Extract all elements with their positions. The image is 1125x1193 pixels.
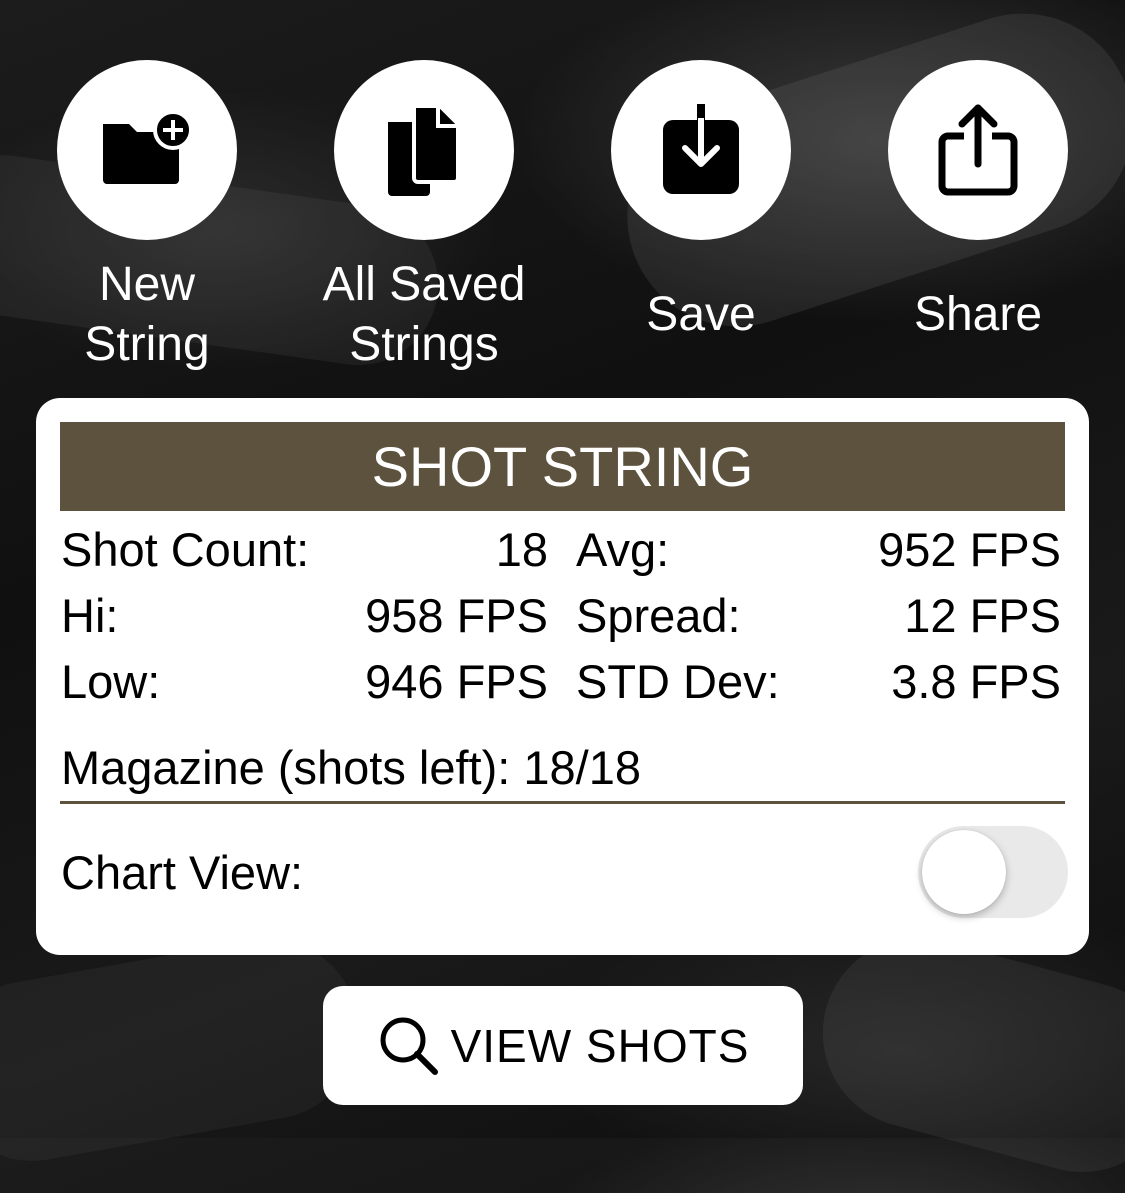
folder-plus-icon (103, 110, 193, 184)
share-icon (938, 104, 1018, 196)
view-shots-label: VIEW SHOTS (450, 1019, 750, 1072)
new-string-button[interactable]: New String (27, 60, 267, 380)
spread-value: 12 FPS (904, 589, 1061, 642)
documents-icon (388, 104, 460, 196)
share-label: Share (858, 250, 1098, 380)
action-bar: New String All Saved Strings Save Share (0, 60, 1125, 380)
download-icon (663, 104, 739, 194)
new-string-label-line1: New (98, 258, 196, 311)
share-button[interactable]: Share (858, 60, 1098, 380)
divider (60, 801, 1065, 804)
hi-value: 958 FPS (365, 589, 548, 642)
share-circle[interactable] (888, 60, 1068, 240)
save-label: Save (581, 250, 821, 380)
all-saved-strings-button[interactable]: All Saved Strings (304, 60, 544, 380)
chart-view-toggle-knob[interactable] (922, 830, 1006, 914)
new-string-label-line2: String (84, 318, 210, 371)
shot-string-title: SHOT STRING (60, 422, 1065, 511)
hi-label: Hi: (61, 589, 119, 642)
avg-value: 952 FPS (878, 523, 1061, 576)
shot-count-value: 18 (495, 523, 548, 576)
share-label-line1: Share (913, 288, 1043, 341)
chart-view-label: Chart View: (61, 846, 304, 899)
avg-label: Avg: (576, 523, 670, 576)
all-saved-strings-label: All Saved Strings (304, 250, 544, 380)
new-string-circle[interactable] (57, 60, 237, 240)
search-icon (380, 1017, 438, 1075)
save-label-line1: Save (646, 288, 756, 341)
view-shots-button[interactable]: VIEW SHOTS (323, 986, 803, 1105)
all-saved-strings-label-line2: Strings (349, 318, 499, 371)
all-saved-strings-label-line1: All Saved (322, 258, 526, 311)
magazine-shots-left: Magazine (shots left): 18/18 (61, 741, 641, 794)
spread-label: Spread: (576, 589, 741, 642)
chart-view-toggle[interactable] (918, 826, 1068, 918)
std-dev-label: STD Dev: (576, 655, 780, 708)
shot-count-label: Shot Count: (61, 523, 310, 576)
low-label: Low: (61, 655, 161, 708)
low-value: 946 FPS (365, 655, 548, 708)
background-scope-shape (801, 916, 1125, 1193)
all-saved-strings-circle[interactable] (334, 60, 514, 240)
std-dev-value: 3.8 FPS (891, 655, 1061, 708)
save-button[interactable]: Save (581, 60, 821, 380)
save-circle[interactable] (611, 60, 791, 240)
new-string-label: New String (27, 250, 267, 380)
shot-string-card: SHOT STRING Shot Count: 18 Avg: 952 FPS … (36, 398, 1089, 955)
